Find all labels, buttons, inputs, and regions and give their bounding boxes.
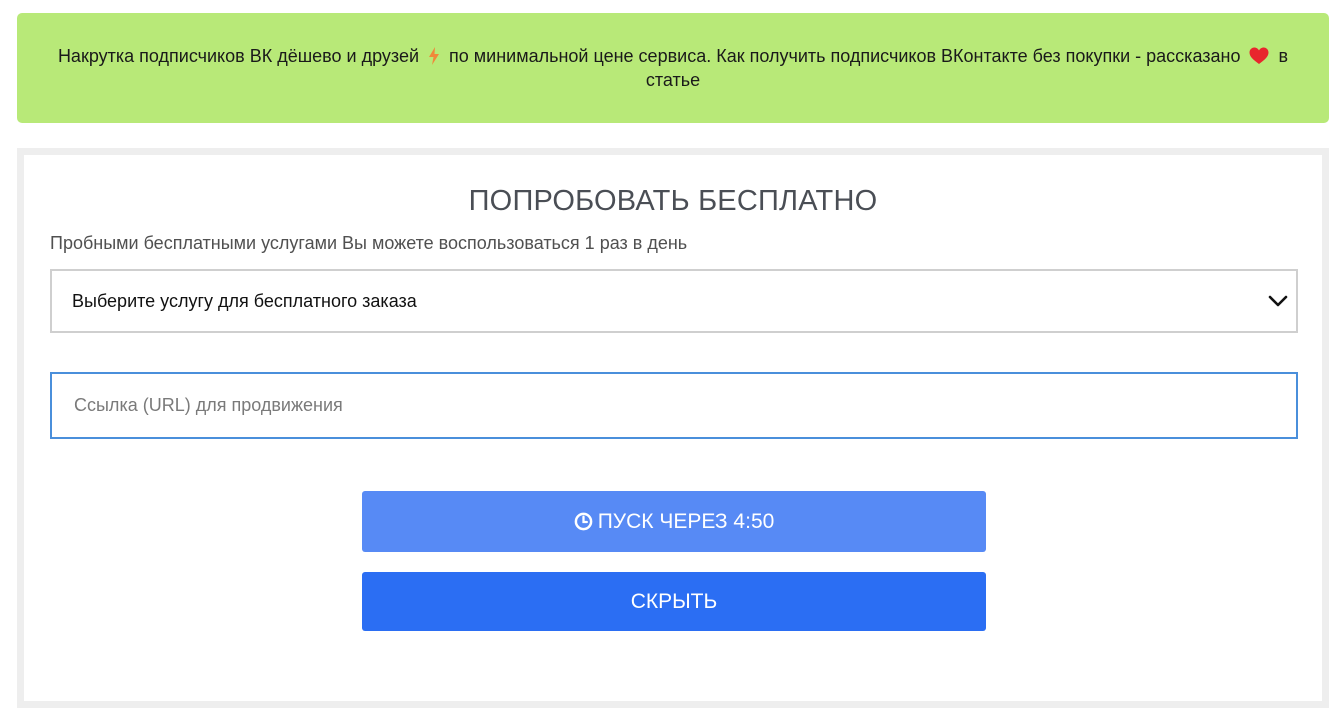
promo-banner-text: Накрутка подписчиков ВК дёшево и друзей п…	[48, 46, 1298, 91]
start-button-label: ПУСК ЧЕРЕЗ 4:50	[597, 509, 775, 533]
lightning-icon	[428, 46, 440, 70]
banner-text-part2: по минимальной цене сервиса. Как получит…	[449, 45, 1241, 66]
promo-banner: Накрутка подписчиков ВК дёшево и друзей п…	[17, 13, 1329, 123]
chevron-down-icon	[1268, 295, 1288, 307]
banner-text-part1: Накрутка подписчиков ВК дёшево и друзей	[57, 45, 420, 66]
free-trial-card-frame: ПОПРОБОВАТЬ БЕСПЛАТНО Пробными бесплатны…	[17, 148, 1329, 708]
hide-button[interactable]: СКРЫТЬ	[362, 572, 986, 631]
free-trial-card: ПОПРОБОВАТЬ БЕСПЛАТНО Пробными бесплатны…	[24, 155, 1322, 701]
form-subtitle: Пробными бесплатными услугами Вы можете …	[50, 233, 688, 253]
hide-button-label: СКРЫТЬ	[630, 589, 718, 613]
start-button[interactable]: ПУСК ЧЕРЕЗ 4:50	[362, 491, 986, 552]
clock-icon	[574, 512, 593, 531]
url-input[interactable]	[50, 372, 1298, 439]
service-select[interactable]: Выберите услугу для бесплатного заказа	[50, 269, 1298, 333]
form-title: ПОПРОБОВАТЬ БЕСПЛАТНО	[468, 185, 878, 217]
service-select-value: Выберите услугу для бесплатного заказа	[72, 290, 417, 311]
heart-icon	[1249, 47, 1269, 70]
